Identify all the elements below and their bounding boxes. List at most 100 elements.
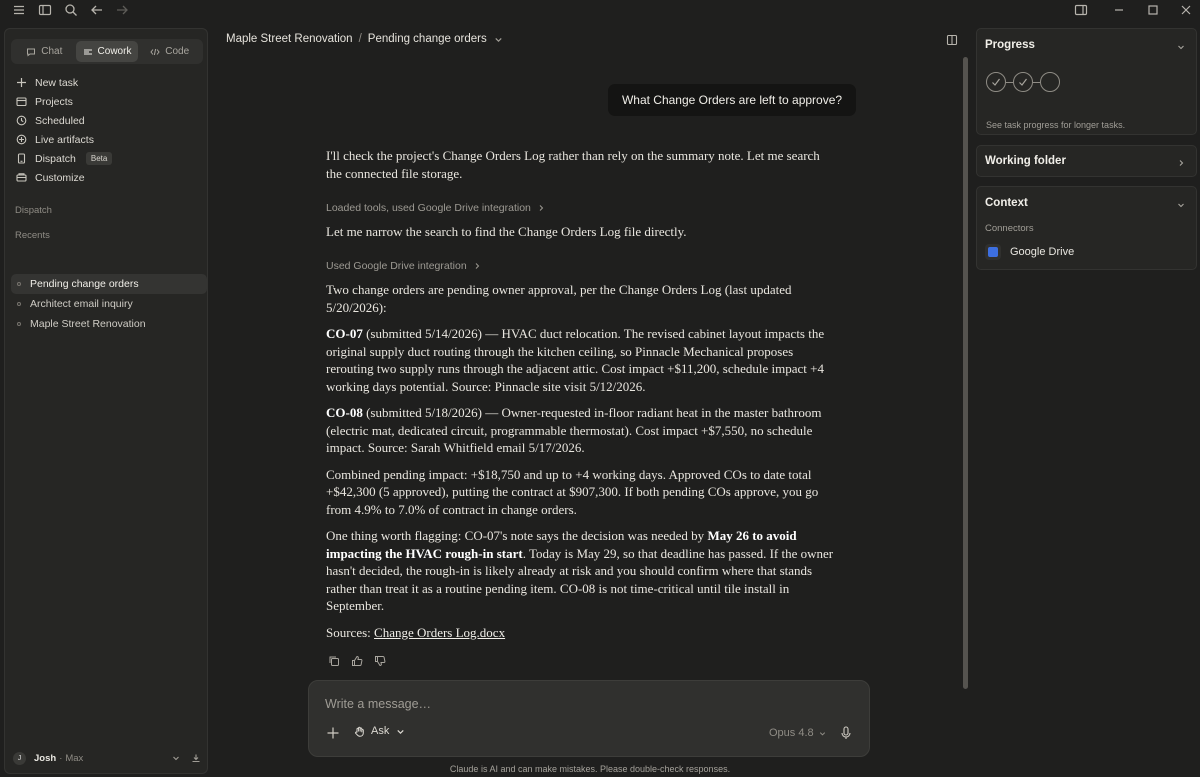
chevron-right-icon xyxy=(1176,156,1186,166)
tool-call-label: Loaded tools, used Google Drive integrat… xyxy=(326,202,531,214)
recents-list: Pending change orders Architect email in… xyxy=(11,274,207,334)
scrollbar[interactable] xyxy=(963,57,968,689)
progress-connector xyxy=(1033,81,1040,83)
panel-toggle-icon[interactable] xyxy=(946,34,958,46)
sidebar-item-dispatch[interactable]: Dispatch Beta xyxy=(15,149,205,168)
progress-title: Progress xyxy=(985,39,1035,51)
flag-before: One thing worth flagging: CO-07's note s… xyxy=(326,528,708,543)
sidebar-toggle-icon[interactable] xyxy=(37,2,53,18)
tool-call-2[interactable]: Used Google Drive integration xyxy=(326,260,481,272)
breadcrumb-project[interactable]: Maple Street Renovation xyxy=(226,33,353,45)
hand-icon xyxy=(355,726,364,737)
tool-call-label: Used Google Drive integration xyxy=(326,260,467,272)
assistant-intro: I'll check the project's Change Orders L… xyxy=(326,147,838,191)
google-drive-icon xyxy=(985,244,1001,260)
disclaimer: Claude is AI and can make mistakes. Plea… xyxy=(449,764,731,774)
pending-step-icon xyxy=(1040,72,1060,92)
mode-label: Cowork xyxy=(97,46,132,57)
sources-label: Sources: xyxy=(326,624,375,640)
tool-call-1[interactable]: Loaded tools, used Google Drive integrat… xyxy=(326,202,545,214)
cowork-icon xyxy=(83,49,92,54)
recent-dot-icon xyxy=(17,322,21,326)
mode-code[interactable]: Code xyxy=(138,41,201,62)
separator-dot: · xyxy=(59,752,63,764)
sidebar-item-label: Customize xyxy=(35,171,85,184)
mode-label: Chat xyxy=(41,46,63,57)
co07-text: (submitted 5/14/2026) — HVAC duct reloca… xyxy=(326,326,825,394)
plus-icon[interactable] xyxy=(325,725,341,741)
minimize-icon[interactable] xyxy=(1111,2,1127,18)
chevron-right-icon xyxy=(475,263,479,269)
copy-icon[interactable] xyxy=(326,653,341,668)
recent-dot-icon xyxy=(17,282,21,286)
progress-note: See task progress for longer tasks. xyxy=(986,120,1126,130)
search-icon[interactable] xyxy=(63,2,79,18)
progress-connector xyxy=(1006,81,1013,83)
download-icon[interactable] xyxy=(191,753,201,763)
source-link[interactable]: Change Orders Log.docx xyxy=(374,625,505,640)
narrow-text: Let me narrow the search to find the Cha… xyxy=(326,224,687,239)
co08-text: (submitted 5/18/2026) — Owner-requested … xyxy=(326,405,822,455)
chevron-down-icon[interactable] xyxy=(1176,40,1186,50)
chevron-down-icon[interactable] xyxy=(1176,198,1186,208)
message-actions xyxy=(326,653,387,668)
menu-icon[interactable] xyxy=(11,2,27,18)
working-folder-title: Working folder xyxy=(985,155,1066,167)
user-plan: Max xyxy=(65,752,84,764)
mode-chat[interactable]: Chat xyxy=(13,41,76,62)
chat-icon xyxy=(27,48,36,56)
recent-item[interactable]: Maple Street Renovation xyxy=(11,314,207,334)
chevron-down-icon xyxy=(397,729,405,734)
flag-paragraph: One thing worth flagging: CO-07's note s… xyxy=(326,527,838,615)
recent-label: Pending change orders xyxy=(30,278,139,290)
maximize-icon[interactable] xyxy=(1145,2,1161,18)
model-selector[interactable]: Opus 4.8 xyxy=(769,727,827,739)
recents-section-title: Recents xyxy=(15,230,50,241)
breadcrumb-task[interactable]: Pending change orders xyxy=(368,33,487,45)
sidebar-item-label: Dispatch xyxy=(35,152,76,165)
sidebar: Chat Cowork Code New task Projects Sched… xyxy=(4,28,208,774)
close-icon[interactable] xyxy=(1178,2,1194,18)
sidebar-item-new-task[interactable]: New task xyxy=(15,73,205,92)
sidebar-item-scheduled[interactable]: Scheduled xyxy=(15,111,205,130)
sidebar-nav: New task Projects Scheduled Live artifac… xyxy=(15,73,205,187)
connector-label: Google Drive xyxy=(1010,246,1075,258)
recent-item[interactable]: Architect email inquiry xyxy=(11,294,207,314)
sidebar-item-projects[interactable]: Projects xyxy=(15,92,205,111)
thumbs-down-icon[interactable] xyxy=(372,653,387,668)
sidebar-item-label: Scheduled xyxy=(35,114,85,127)
sidebar-item-label: Projects xyxy=(35,95,73,108)
split-view-icon[interactable] xyxy=(1073,2,1089,18)
sidebar-item-customize[interactable]: Customize xyxy=(15,168,205,187)
breadcrumb: Maple Street Renovation / Pending change… xyxy=(226,33,504,45)
sidebar-item-live-artifacts[interactable]: Live artifacts xyxy=(15,130,205,149)
microphone-icon[interactable] xyxy=(838,725,854,741)
progress-steps xyxy=(986,72,1060,92)
beta-badge: Beta xyxy=(85,152,113,165)
user-name: Josh xyxy=(34,752,57,764)
sources-line: Sources: Change Orders Log.docx xyxy=(326,624,838,642)
user-menu[interactable]: J Josh · Max xyxy=(13,751,201,765)
intro-text: I'll check the project's Change Orders L… xyxy=(326,148,820,181)
recent-label: Maple Street Renovation xyxy=(30,318,146,330)
recent-item[interactable]: Pending change orders xyxy=(11,274,207,294)
thumbs-up-icon[interactable] xyxy=(349,653,364,668)
chevron-down-icon xyxy=(819,731,825,736)
back-icon[interactable] xyxy=(89,2,105,18)
co07-id: CO-07 xyxy=(326,326,363,341)
mode-switcher: Chat Cowork Code xyxy=(11,39,203,64)
combined-text: Combined pending impact: +$18,750 and up… xyxy=(326,466,819,517)
chevron-right-icon xyxy=(539,205,544,211)
forward-icon[interactable] xyxy=(114,2,130,18)
mode-cowork[interactable]: Cowork xyxy=(75,41,139,62)
message-composer: Ask Opus 4.8 xyxy=(308,680,870,757)
sidebar-item-label: New task xyxy=(35,76,79,89)
connector-google-drive[interactable]: Google Drive xyxy=(985,244,1074,260)
artifacts-icon xyxy=(16,134,27,145)
message-input[interactable] xyxy=(325,697,825,711)
working-folder-card[interactable]: Working folder xyxy=(976,145,1197,177)
chevron-down-icon[interactable] xyxy=(171,753,181,763)
ask-mode-button[interactable]: Ask xyxy=(354,725,406,737)
chevron-down-icon[interactable] xyxy=(493,34,504,45)
conversation: Maple Street Renovation / Pending change… xyxy=(210,0,970,777)
